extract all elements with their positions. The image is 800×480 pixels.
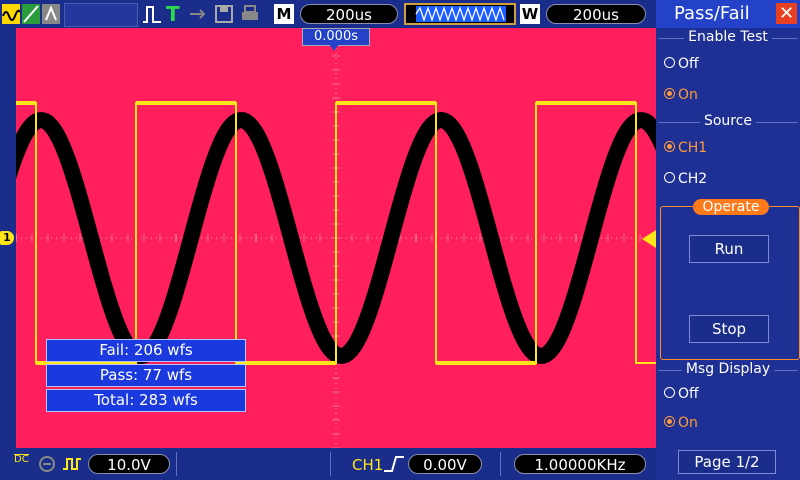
- trigger-position-arrow-icon: [329, 44, 339, 51]
- window-timebase-label: W: [520, 4, 540, 24]
- top-status-bar: T M 200us W 200us: [0, 0, 656, 28]
- operate-label: Operate: [693, 199, 769, 215]
- radio-icon: [664, 172, 675, 183]
- usb-icon: [190, 9, 206, 19]
- coupling-icon: DC: [14, 454, 29, 465]
- rising-edge-icon: [384, 456, 404, 472]
- main-timebase-value[interactable]: 200us: [300, 4, 398, 24]
- channel1-marker[interactable]: 1: [0, 231, 14, 245]
- enable-test-label: Enable Test: [684, 29, 772, 45]
- radio-selected-icon: [664, 416, 675, 427]
- radio-icon: [664, 387, 675, 398]
- panel-title: Pass/Fail: [674, 3, 750, 24]
- printer-icon[interactable]: [240, 4, 260, 24]
- divider: [176, 452, 177, 476]
- page-button[interactable]: Page 1/2: [678, 450, 776, 474]
- pulse-icon: [143, 6, 161, 23]
- operate-section: Operate Run Stop: [660, 199, 800, 360]
- fail-count: Fail: 206 wfs: [46, 339, 246, 362]
- pass-count: Pass: 77 wfs: [46, 364, 246, 387]
- msg-display-off-option[interactable]: Off: [664, 386, 699, 402]
- msg-display-on-option[interactable]: On: [664, 415, 698, 431]
- save-icon[interactable]: [214, 4, 234, 24]
- radio-icon: [664, 57, 675, 68]
- bottom-status-bar: DC 10.0V CH1 0.00V 1.00000KHz: [0, 448, 656, 480]
- main-timebase-label: M: [274, 4, 294, 24]
- enable-test-off-option[interactable]: Off: [664, 56, 699, 72]
- panel-title-bar: Pass/Fail ✕: [656, 0, 800, 28]
- divider: [330, 452, 331, 476]
- msg-display-section: Msg Display Off On: [658, 361, 798, 441]
- close-icon[interactable]: ✕: [776, 3, 797, 24]
- empty-slot: [64, 3, 138, 27]
- source-ch1-option[interactable]: CH1: [664, 140, 707, 156]
- waveform-display: 0.000s Fail: 206 wfs Pass: 77 wfs Total:…: [16, 28, 656, 448]
- ch1-scale-value[interactable]: 10.0V: [88, 454, 170, 474]
- divider: [500, 452, 501, 476]
- waveform-position-bar[interactable]: [404, 3, 516, 25]
- radio-selected-icon: [664, 141, 675, 152]
- probe-icon: [63, 458, 81, 470]
- enable-test-on-option[interactable]: On: [664, 87, 698, 103]
- trigger-position-text: 0.000s: [314, 29, 358, 44]
- source-section: Source CH1 CH2: [658, 113, 798, 201]
- frequency-value: 1.00000KHz: [514, 454, 646, 474]
- source-ch2-option[interactable]: CH2: [664, 171, 707, 187]
- waveform-preview-icon: [415, 5, 506, 23]
- slope-icon: [22, 4, 40, 24]
- trigger-level-arrow-icon: [642, 230, 656, 248]
- trigger-level-value[interactable]: 0.00V: [408, 454, 482, 474]
- trigger-source-label: CH1: [352, 456, 384, 474]
- stop-button[interactable]: Stop: [689, 315, 769, 343]
- window-timebase-value[interactable]: 200us: [546, 4, 646, 24]
- radio-selected-icon: [664, 88, 675, 99]
- enable-test-section: Enable Test Off On: [658, 29, 798, 115]
- trigger-t-icon: T: [166, 2, 180, 26]
- bandwidth-limit-icon: [39, 456, 55, 472]
- msg-display-label: Msg Display: [681, 361, 775, 377]
- pass-fail-panel: Pass/Fail ✕ Enable Test Off On Source CH…: [656, 0, 800, 480]
- total-count: Total: 283 wfs: [46, 389, 246, 412]
- source-label: Source: [699, 113, 757, 129]
- persist-icon: [42, 4, 60, 24]
- channel-wave-icon: [2, 4, 20, 24]
- run-button[interactable]: Run: [689, 235, 769, 263]
